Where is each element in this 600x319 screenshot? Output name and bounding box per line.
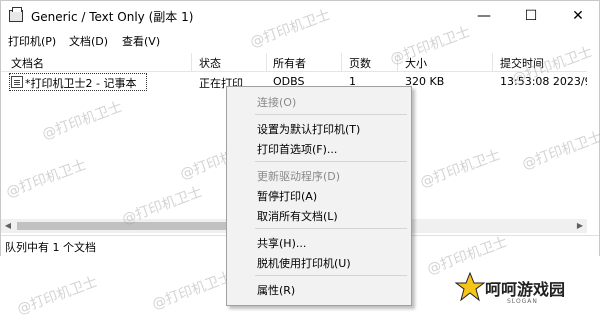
column-header-status[interactable]: 状态 [199,55,221,71]
star-icon [455,272,485,302]
column-header-pages[interactable]: 页数 [349,55,371,71]
menu-printer[interactable]: 打印机(P) [8,33,56,49]
menu-item-pause[interactable]: 暂停打印(A) [257,188,317,204]
logo-slogan: SLOGAN [507,298,538,305]
document-icon [11,76,23,88]
menu-item-share[interactable]: 共享(H)... [257,235,306,251]
menu-item-properties[interactable]: 属性(R) [257,282,295,298]
scroll-right-arrow-icon[interactable]: ▶ [573,219,587,233]
menu-item-preferences[interactable]: 打印首选项(F)... [257,141,337,157]
menu-item-offline[interactable]: 脱机使用打印机(U) [257,255,351,271]
status-text: 队列中有 1 个文档 [5,241,96,254]
watermark-text: @打印机卫士 [150,269,235,313]
maximize-button[interactable]: ☐ [508,1,554,31]
column-header-document-name[interactable]: 文档名 [11,55,44,71]
column-header-owner[interactable]: 所有者 [273,55,306,71]
close-button[interactable]: ✕ [555,1,600,31]
row-focus-rectangle [9,73,147,91]
menu-item-set-default[interactable]: 设置为默认打印机(T) [257,121,360,137]
menu-item-connect: 连接(O) [257,96,297,109]
site-logo: 呵呵游戏园 SLOGAN [455,270,593,312]
context-menu: 连接(O) 设置为默认打印机(T) 打印首选项(F)... 更新驱动程序(D) … [226,86,412,306]
menu-item-update-driver: 更新驱动程序(D) [257,170,341,183]
printer-icon [9,7,23,22]
window-title: Generic / Text Only (副本 1) [31,10,194,24]
menu-document[interactable]: 文档(D) [69,33,108,49]
logo-name: 呵呵游戏园 [485,280,566,299]
menu-view[interactable]: 查看(V) [122,33,160,49]
watermark-text: @打印机卫士 [15,274,100,318]
scroll-left-arrow-icon[interactable]: ◀ [1,219,15,233]
menu-item-cancel-all[interactable]: 取消所有文档(L) [257,208,338,224]
column-header-row: 文档名 状态 所有者 页数 大小 提交时间 [1,53,587,72]
